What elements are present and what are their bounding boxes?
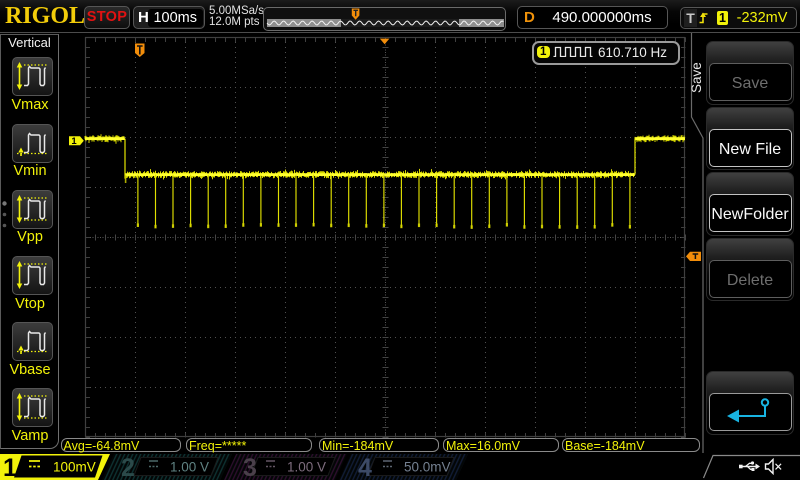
svg-text:100mV: 100mV — [53, 460, 96, 475]
svg-text:2: 2 — [121, 454, 135, 480]
svg-text:50.0mV: 50.0mV — [404, 460, 451, 475]
svg-text:1: 1 — [71, 136, 77, 147]
svg-text:4: 4 — [358, 454, 372, 480]
svg-text:1.00 V: 1.00 V — [287, 460, 326, 475]
svg-text:1.00 V: 1.00 V — [170, 460, 209, 475]
svg-text:1: 1 — [3, 454, 17, 480]
svg-text:3: 3 — [243, 454, 257, 480]
